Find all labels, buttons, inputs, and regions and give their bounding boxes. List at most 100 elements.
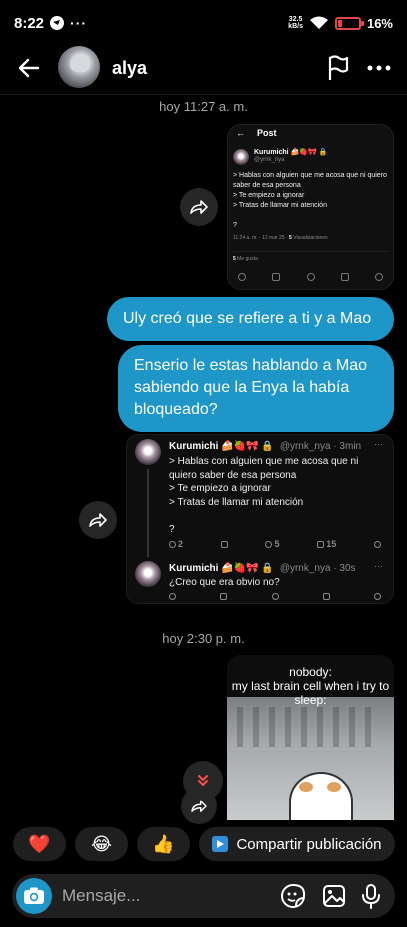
contact-avatar[interactable]: [58, 46, 100, 88]
heart-emoji-icon: ❤️: [28, 833, 51, 854]
post-views-label: Visualizaciones: [291, 235, 328, 241]
retweet-icon: [220, 540, 228, 548]
post-body: > Hablas con alguien que me acosa que ni…: [233, 172, 387, 229]
tweet-header: Kurumichi 🍰🍓🎀 🔒 @yrnk_nya · 30s: [169, 563, 373, 574]
share-action: [374, 593, 381, 600]
battery-icon: [334, 16, 364, 30]
network-speed: 32.5 kB/s: [288, 16, 303, 30]
tweet-actions-row: 2 5 15: [127, 539, 393, 553]
back-arrow-icon[interactable]: [16, 55, 42, 81]
post-actions: [238, 273, 383, 281]
status-bar: 8:22 ··· 32.5 kB/s 16%: [0, 0, 407, 46]
thread-tweet: Kurumichi 🍰🍓🎀 🔒 @yrnk_nya · 3min ··· > H…: [127, 439, 393, 557]
net-speed-value: 32.5: [288, 16, 303, 23]
author-name: Kurumichi 🍰🍓🎀 🔒: [254, 149, 328, 156]
reply-icon: [169, 593, 176, 600]
scroll-to-bottom-button[interactable]: [183, 761, 223, 801]
retweet-action: [220, 593, 228, 600]
quick-reaction-heart[interactable]: ❤️: [13, 827, 66, 861]
share-arrow-icon: [89, 513, 107, 527]
double-chevron-down-icon: [198, 775, 208, 786]
meme-image: [227, 697, 394, 820]
share-icon: [375, 273, 383, 281]
post-author: Kurumichi 🍰🍓🎀 🔒 @yrnk_nya: [228, 141, 393, 165]
camera-button[interactable]: [16, 878, 52, 914]
chat-header: alya: [0, 46, 407, 92]
tweet-avatar: [135, 561, 161, 587]
retweet-icon: [272, 273, 281, 281]
reply-action: 2: [169, 539, 183, 549]
views-icon: [322, 593, 330, 600]
tweet-handle-time: @yrnk_nya · 30s: [279, 563, 356, 574]
heart-icon: [306, 273, 315, 281]
tweet-body: ¿Creo que era obvio no?: [169, 577, 280, 588]
share-icon: [374, 593, 381, 600]
retweet-icon: [220, 593, 228, 600]
shared-meme-card[interactable]: nobody: my last brain cell when i try to…: [227, 655, 394, 820]
tweet-actions: [169, 593, 381, 600]
share-arrow-icon: [190, 200, 208, 214]
quick-reaction-thumbs[interactable]: 👍: [137, 827, 190, 861]
shared-post-card[interactable]: ← Post Kurumichi 🍰🍓🎀 🔒 @yrnk_nya > Habla…: [227, 124, 394, 290]
share-action: [373, 539, 381, 549]
post-topbar: ← Post: [228, 125, 393, 141]
laugh-emoji-icon: 😂: [90, 833, 113, 854]
thread-tweet: Kurumichi 🍰🍓🎀 🔒 @yrnk_nya · 30s ··· ¿Cre…: [127, 561, 393, 603]
message-bubble[interactable]: Enserio le estas hablando a Mao sabiendo…: [118, 345, 394, 432]
quick-reaction-laugh[interactable]: 😂: [75, 827, 128, 861]
post-likes-label: Me gusta: [235, 256, 258, 262]
author-avatar: [233, 149, 249, 165]
heart-icon: [271, 593, 279, 600]
views-icon: [317, 540, 325, 548]
notification-dots: ···: [70, 15, 88, 31]
retweet-action: [220, 539, 228, 549]
wifi-icon: [309, 16, 328, 29]
tweet-more-icon: ···: [374, 439, 383, 449]
timestamp: hoy 2:30 p. m.: [162, 631, 245, 646]
bookmark-icon: [340, 273, 349, 281]
net-speed-unit: kB/s: [288, 23, 303, 30]
thumbs-up-emoji-icon: 👍: [152, 833, 175, 854]
message-composer: [12, 874, 395, 918]
status-time: 8:22: [14, 14, 45, 32]
reply-icon: [238, 273, 246, 281]
microphone-icon[interactable]: [358, 883, 384, 909]
tweet-more-icon: ···: [374, 561, 383, 571]
share-post-button[interactable]: [180, 188, 218, 226]
like-action: 5: [265, 539, 280, 549]
tweet-handle-time: @yrnk_nya · 3min: [279, 441, 362, 452]
heart-icon: [265, 540, 273, 548]
meme-caption: nobody: my last brain cell when i try to…: [231, 665, 390, 707]
post-date: 11:24 a. m. · 12 mar 25 ·: [233, 235, 290, 241]
share-post-chip[interactable]: Compartir publicación: [199, 827, 395, 861]
tweet-header: Kurumichi 🍰🍓🎀 🔒 @yrnk_nya · 3min: [169, 441, 373, 452]
share-icon: [373, 540, 381, 548]
contact-name[interactable]: alya: [112, 58, 147, 79]
tweet-author: Kurumichi 🍰🍓🎀 🔒: [169, 441, 274, 452]
message-bubble[interactable]: Uly creó que se refiere a ti y a Mao: [107, 297, 394, 341]
tweet-author: Kurumichi 🍰🍓🎀 🔒: [169, 563, 274, 574]
meme-cat-image: [289, 772, 353, 820]
share-post-button[interactable]: [79, 501, 117, 539]
tweet-body: > Hablas con alguien que me acosa que ni…: [169, 456, 359, 535]
camera-icon: [24, 887, 44, 904]
views-count: 15: [326, 539, 337, 549]
share-post-label: Compartir publicación: [236, 835, 382, 853]
message-input[interactable]: [62, 884, 262, 908]
post-meta: 11:24 a. m. · 12 mar 25 · 5 Visualizacio…: [228, 231, 393, 241]
like-action: [271, 593, 279, 600]
gallery-icon[interactable]: [321, 883, 347, 909]
reply-count: 2: [178, 539, 184, 549]
views-action: [322, 593, 330, 600]
shared-thread-card[interactable]: Kurumichi 🍰🍓🎀 🔒 @yrnk_nya · 3min ··· > H…: [126, 434, 394, 604]
status-right: 32.5 kB/s 16%: [288, 16, 393, 31]
status-left: 8:22 ···: [14, 15, 87, 32]
flag-icon[interactable]: [325, 54, 351, 82]
post-back-icon: ←: [236, 128, 245, 138]
reply-action: [169, 593, 176, 600]
post-header-label: Post: [257, 128, 277, 138]
more-options-icon[interactable]: [367, 65, 391, 71]
tweet-avatar: [135, 439, 161, 465]
post-likes: 5 Me gusta: [233, 251, 388, 262]
sticker-icon[interactable]: [280, 883, 306, 909]
